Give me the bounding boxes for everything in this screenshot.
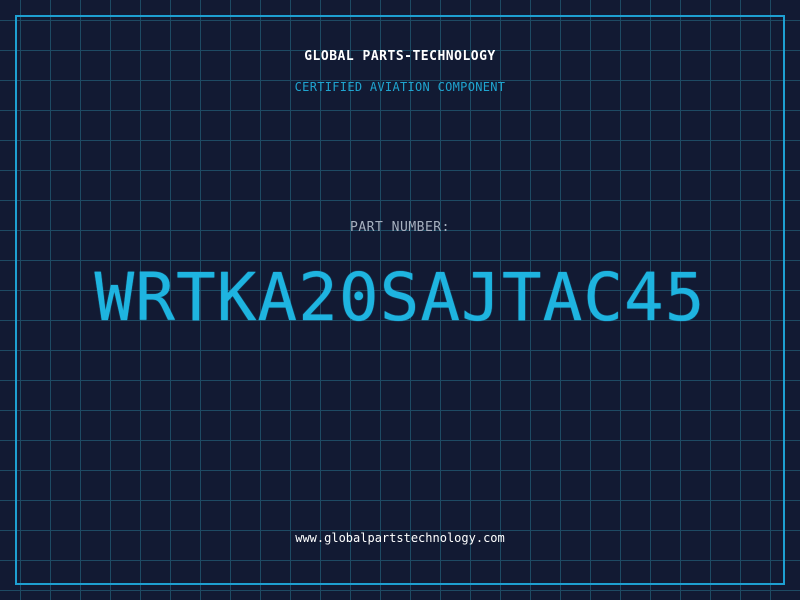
company-name: GLOBAL PARTS-TECHNOLOGY <box>304 49 496 64</box>
part-number-value: WRTKA20SAJTAC45 <box>94 259 706 336</box>
label-canvas: GLOBAL PARTS-TECHNOLOGY CERTIFIED AVIATI… <box>0 0 800 600</box>
website-url: www.globalpartstechnology.com <box>295 531 505 545</box>
certification-subtitle: CERTIFIED AVIATION COMPONENT <box>294 80 506 94</box>
part-number-label: PART NUMBER: <box>350 220 450 235</box>
